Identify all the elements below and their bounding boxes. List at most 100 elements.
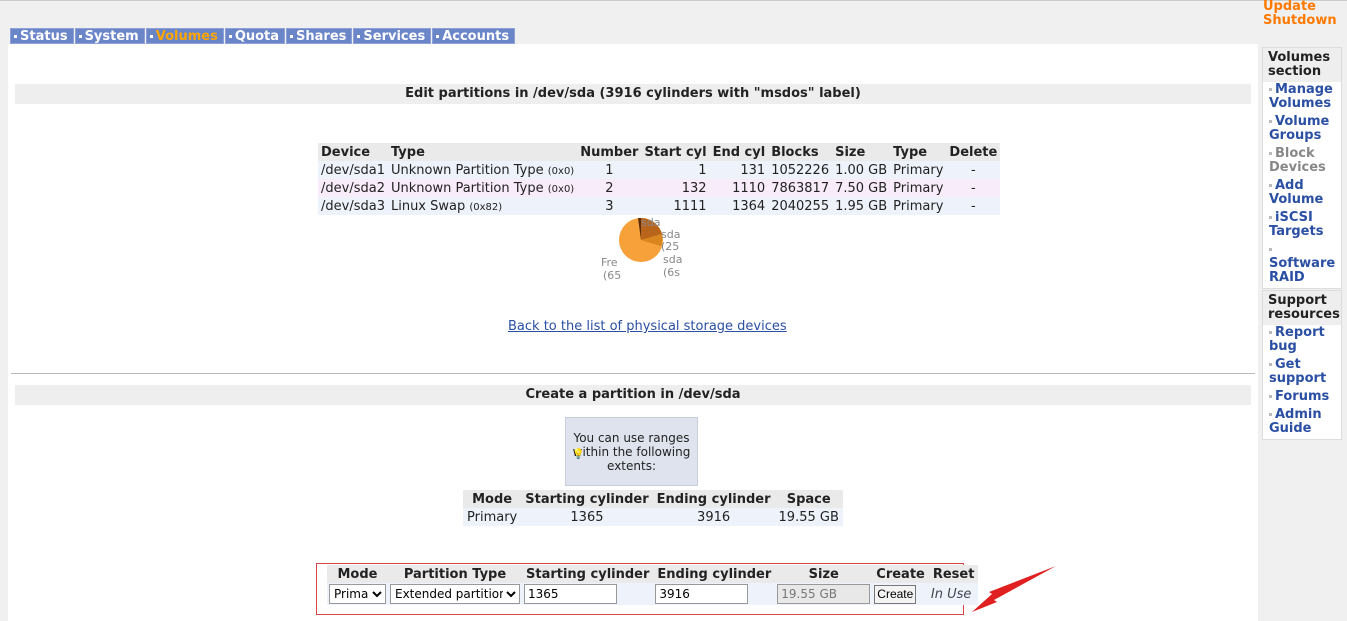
delete-cell: - — [946, 179, 1001, 197]
create-partition-form: Mode Partition Type Starting cylinder En… — [327, 565, 979, 605]
space-cell: 19.55 GB — [774, 508, 843, 526]
mode-select[interactable]: Primary — [329, 584, 386, 604]
ptype-cell: Primary — [890, 161, 947, 179]
tab-status[interactable]: Status — [10, 28, 74, 44]
delete-cell: - — [946, 161, 1001, 179]
col-space: Space — [774, 490, 843, 508]
extents-info-box: 💡 You can use ranges within the followin… — [565, 417, 698, 486]
bullet-icon — [1269, 88, 1272, 91]
col-type: Type — [387, 143, 578, 161]
col-create: Create — [872, 565, 929, 583]
bullet-icon — [1269, 152, 1272, 155]
col-ending-cylinder: Ending cylinder — [652, 490, 775, 508]
col-delete: Delete — [946, 143, 1001, 161]
top-links: Update Shutdown — [1263, 0, 1337, 28]
main-tabs: Status System Volumes Quota Shares Servi… — [10, 28, 516, 44]
section-divider — [11, 373, 1255, 374]
update-link[interactable]: Update — [1263, 0, 1337, 14]
tab-services[interactable]: Services — [353, 28, 432, 44]
pie-label: sda — [663, 253, 683, 266]
col-starting-cylinder: Starting cylinder — [522, 565, 654, 583]
end-cell: 1110 — [709, 179, 769, 197]
col-device: Device — [318, 143, 388, 161]
sidebar-item-get-support[interactable]: Get support — [1263, 357, 1341, 389]
shutdown-link[interactable]: Shutdown — [1263, 14, 1337, 28]
sidebar-item-admin-guide[interactable]: Admin Guide — [1263, 407, 1341, 439]
bullet-icon — [1269, 395, 1272, 398]
sidebar-item-iscsi-targets[interactable]: iSCSI Targets — [1263, 210, 1341, 242]
tab-quota[interactable]: Quota — [224, 28, 286, 44]
support-resources-box: Support resources Report bug Get support… — [1262, 290, 1342, 440]
size-cell: 7.50 GB — [832, 179, 891, 197]
device-cell: /dev/sda1 — [318, 161, 388, 179]
sidebar-item-add-volume[interactable]: Add Volume — [1263, 178, 1341, 210]
start-cell: 1111 — [641, 197, 710, 215]
col-blocks: Blocks — [768, 143, 833, 161]
edit-partitions-title: Edit partitions in /dev/sda (3916 cylind… — [15, 84, 1251, 104]
sidebar-item-report-bug[interactable]: Report bug — [1263, 325, 1341, 357]
pie-label: sda — [641, 216, 661, 229]
bullet-icon — [1269, 184, 1272, 187]
bullet-icon — [1269, 363, 1272, 366]
type-cell: Linux Swap (0x82) — [387, 197, 578, 215]
bullet-icon — [1269, 248, 1272, 251]
pie-label: (6s — [663, 266, 681, 279]
col-mode: Mode — [463, 490, 522, 508]
bullet-icon — [1269, 120, 1272, 123]
ending-cylinder-input[interactable] — [655, 584, 749, 604]
blocks-cell: 7863817 — [768, 179, 833, 197]
create-button[interactable]: Create — [874, 584, 917, 604]
col-start-cyl: Start cyl — [641, 143, 710, 161]
lightbulb-icon: 💡 — [572, 449, 585, 460]
tab-volumes[interactable]: Volumes — [145, 28, 224, 44]
number-cell: 1 — [577, 161, 642, 179]
sidebar-item-software-raid[interactable]: Software RAID — [1263, 242, 1341, 288]
end-cell: 131 — [709, 161, 769, 179]
device-cell: /dev/sda3 — [318, 197, 388, 215]
top-divider — [0, 0, 1347, 1]
blocks-cell: 1052226 — [768, 161, 833, 179]
sidebar-item-forums[interactable]: Forums — [1263, 389, 1341, 407]
extents-table: Mode Starting cylinder Ending cylinder S… — [463, 490, 843, 526]
form-header: Mode Partition Type Starting cylinder En… — [327, 565, 979, 583]
tab-shares[interactable]: Shares — [286, 28, 353, 44]
col-ending-cylinder: Ending cylinder — [653, 565, 776, 583]
end-cell: 1364 — [709, 197, 769, 215]
bullet-icon — [149, 35, 153, 38]
extents-info-text: You can use ranges within the following … — [572, 431, 691, 473]
blocks-cell: 2040255 — [768, 197, 833, 215]
col-number: Number — [577, 143, 642, 161]
ptype-cell: Primary — [890, 197, 947, 215]
partition-table-header: Device Type Number Start cyl End cyl Blo… — [318, 143, 1001, 161]
annotation-arrow — [972, 566, 1056, 612]
extents-table-header: Mode Starting cylinder Ending cylinder S… — [463, 490, 843, 508]
support-resources-title: Support resources — [1263, 291, 1341, 325]
start-cell: 1365 — [521, 508, 653, 526]
arrow-shape — [972, 566, 1056, 612]
bullet-icon — [357, 35, 361, 38]
starting-cylinder-input[interactable] — [524, 584, 617, 604]
col-end-cyl: End cyl — [709, 143, 769, 161]
start-cell: 1 — [641, 161, 710, 179]
type-cell: Unknown Partition Type (0x0) — [387, 161, 578, 179]
col-starting-cylinder: Starting cylinder — [521, 490, 653, 508]
table-row: /dev/sda2 Unknown Partition Type (0x0) 2… — [318, 179, 1001, 197]
partition-type-select[interactable]: Extended partition — [390, 584, 520, 604]
sidebar-item-block-devices: Block Devices — [1269, 146, 1326, 175]
sidebar-item-volume-groups[interactable]: Volume Groups — [1263, 114, 1341, 146]
bullet-icon — [1269, 413, 1272, 416]
bullet-icon — [1269, 216, 1272, 219]
create-partition-title: Create a partition in /dev/sda — [15, 385, 1251, 405]
type-cell: Unknown Partition Type (0x0) — [387, 179, 578, 197]
partition-table: Device Type Number Start cyl End cyl Blo… — [318, 143, 1001, 215]
number-cell: 2 — [577, 179, 642, 197]
tab-system[interactable]: System — [74, 28, 145, 44]
back-to-devices-link[interactable]: Back to the list of physical storage dev… — [508, 319, 787, 334]
tab-accounts[interactable]: Accounts — [432, 28, 516, 44]
reset-in-use-text: In Use — [930, 586, 972, 602]
create-partition-form-highlight: Mode Partition Type Starting cylinder En… — [316, 563, 979, 615]
col-ptype: Type — [890, 143, 947, 161]
sidebar-item-manage-volumes[interactable]: Manage Volumes — [1263, 82, 1341, 114]
mode-cell: Primary — [463, 508, 522, 526]
col-size: Size — [832, 143, 891, 161]
